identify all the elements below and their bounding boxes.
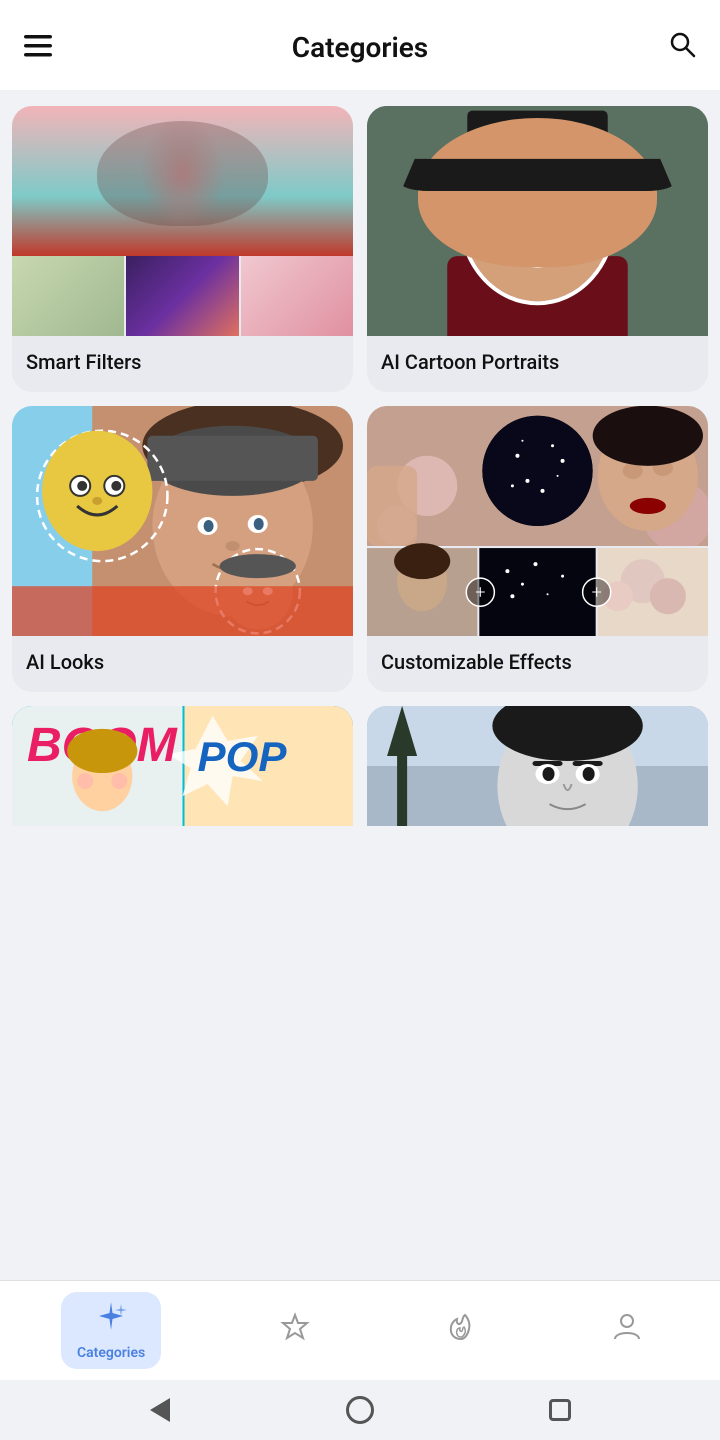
- system-bar: [0, 1380, 720, 1440]
- recents-square-icon: [549, 1399, 571, 1421]
- menu-icon[interactable]: [24, 31, 52, 64]
- back-button[interactable]: [145, 1395, 175, 1425]
- nav-favorites[interactable]: [263, 1303, 327, 1358]
- search-icon[interactable]: [668, 30, 696, 65]
- card-customizable-effects[interactable]: + + Customizable Effects: [367, 406, 708, 692]
- main-content: Smart Filters: [0, 90, 720, 1280]
- card-ai-cartoon[interactable]: AI Cartoon Portraits: [367, 106, 708, 392]
- card-bw-portrait[interactable]: [367, 706, 708, 826]
- sf-face: [12, 106, 353, 256]
- nav-trending[interactable]: [429, 1303, 493, 1358]
- sf-thumb-1: [12, 256, 126, 336]
- sf-thumbnail-row: [12, 256, 353, 336]
- svg-text:POP: POP: [198, 733, 288, 780]
- person-icon: [611, 1311, 643, 1350]
- comic-svg: BOOM POP: [12, 706, 353, 826]
- sf-image-layout: [12, 106, 353, 336]
- ai-cartoon-svg: [367, 106, 708, 336]
- smart-filters-label: Smart Filters: [12, 336, 353, 392]
- fire-icon: [445, 1311, 477, 1350]
- custom-effects-svg: + +: [367, 406, 708, 636]
- sf-thumb-2: [126, 256, 240, 336]
- home-circle-icon: [346, 1396, 374, 1424]
- bottom-navigation: Categories: [0, 1280, 720, 1380]
- app-header: Categories: [0, 0, 720, 90]
- svg-text:+: +: [475, 582, 485, 603]
- custom-effects-image: + +: [367, 406, 708, 636]
- ai-cartoon-label: AI Cartoon Portraits: [367, 336, 708, 392]
- smart-filters-image: [12, 106, 353, 336]
- nav-profile[interactable]: [595, 1303, 659, 1358]
- sparkle-icon: [95, 1300, 127, 1339]
- svg-text:+: +: [592, 582, 602, 603]
- star-icon: [279, 1311, 311, 1350]
- comic-bg: BOOM POP: [12, 706, 353, 826]
- sf-main-image: [12, 106, 353, 256]
- nav-categories[interactable]: Categories: [61, 1292, 161, 1369]
- card-comic-style[interactable]: BOOM POP: [12, 706, 353, 826]
- ai-looks-label: AI Looks: [12, 636, 353, 692]
- page-title: Categories: [292, 31, 428, 64]
- recents-button[interactable]: [545, 1395, 575, 1425]
- ai-looks-svg: [12, 406, 353, 636]
- back-arrow-icon: [150, 1398, 170, 1422]
- categories-nav-label: Categories: [77, 1345, 145, 1361]
- categories-grid: Smart Filters: [12, 106, 708, 826]
- bw-portrait-svg: [367, 706, 708, 826]
- ai-cartoon-image: [367, 106, 708, 336]
- card-ai-looks[interactable]: AI Looks: [12, 406, 353, 692]
- ai-cartoon-bg: [367, 106, 708, 336]
- sf-thumb-3: [241, 256, 353, 336]
- ai-looks-image: [12, 406, 353, 636]
- home-button[interactable]: [345, 1395, 375, 1425]
- card-smart-filters[interactable]: Smart Filters: [12, 106, 353, 392]
- custom-effects-label: Customizable Effects: [367, 636, 708, 692]
- bw-portrait-bg: [367, 706, 708, 826]
